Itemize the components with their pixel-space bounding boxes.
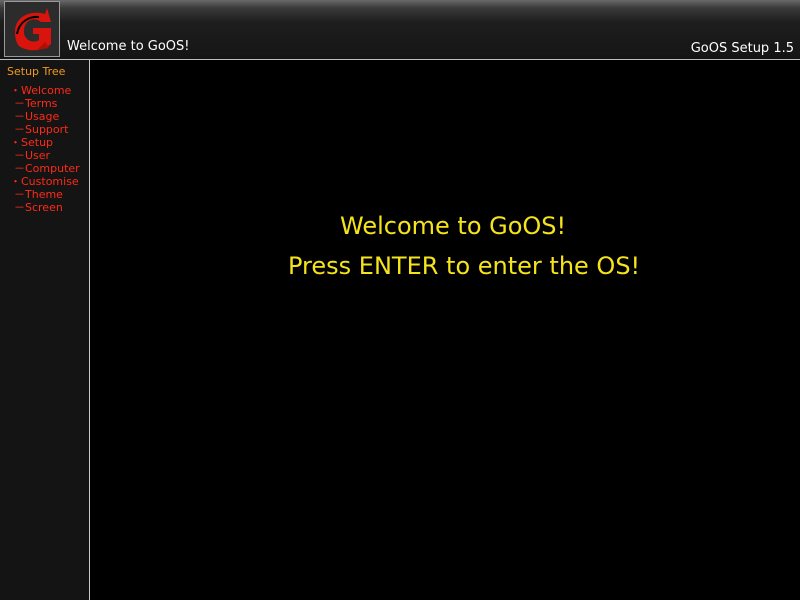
header-bar: Welcome to GoOS! GoOS Setup 1.5 [0, 0, 800, 60]
tree-item-customise[interactable]: ・Customise [0, 175, 80, 188]
enter-instruction: Press ENTER to enter the OS! [288, 252, 641, 280]
welcome-message: Welcome to GoOS! [340, 212, 567, 240]
tree-item-screen[interactable]: －Screen [0, 201, 80, 214]
tree-item-usage[interactable]: －Usage [0, 110, 80, 123]
tree-item-user[interactable]: －User [0, 149, 80, 162]
main-content: Welcome to GoOS! Press ENTER to enter th… [90, 60, 800, 600]
window-title: Welcome to GoOS! [67, 39, 190, 54]
tree-item-welcome[interactable]: ・Welcome [0, 84, 80, 97]
goos-logo-icon [4, 1, 60, 57]
tree-item-setup[interactable]: ・Setup [0, 136, 80, 149]
setup-tree-title: Setup Tree [7, 65, 66, 78]
tree-item-theme[interactable]: －Theme [0, 188, 80, 201]
tree-item-terms[interactable]: －Terms [0, 97, 80, 110]
app-version-label: GoOS Setup 1.5 [690, 41, 794, 56]
setup-tree-list: ・Welcome －Terms －Usage －Support ・Setup －… [0, 84, 80, 214]
tree-item-computer[interactable]: －Computer [0, 162, 80, 175]
tree-item-support[interactable]: －Support [0, 123, 80, 136]
setup-tree-sidebar: Setup Tree ・Welcome －Terms －Usage －Suppo… [0, 60, 90, 600]
